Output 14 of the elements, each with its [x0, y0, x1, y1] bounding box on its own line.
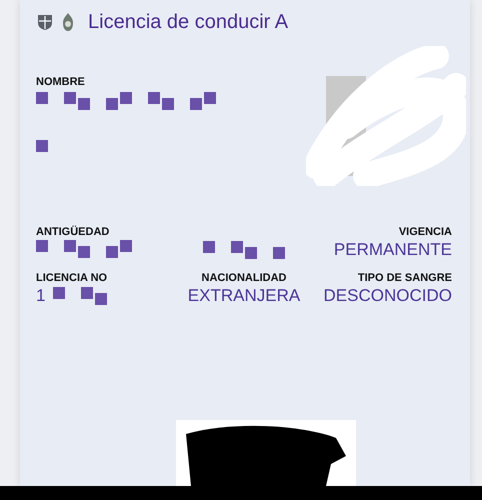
- field-value: DESCONOCIDO: [324, 286, 452, 306]
- field-value: PERMANENTE: [334, 240, 452, 260]
- field-label: NACIONALIDAD: [202, 272, 286, 284]
- field-value: 1: [36, 286, 46, 306]
- field-label: TIPO DE SANGRE: [358, 272, 452, 284]
- emblem-icon: [60, 12, 76, 32]
- field-label: NOMBRE: [36, 76, 86, 88]
- field-value: EXTRANJERA: [188, 286, 300, 306]
- field-label: LICENCIA NO: [36, 272, 108, 284]
- redaction-drawing: [36, 140, 48, 152]
- field-label: ANTIGÜEDAD: [36, 226, 110, 238]
- shield-icon: [36, 13, 54, 31]
- field-label: VIGENCIA: [398, 226, 452, 238]
- card-title: Licencia de conducir A: [88, 10, 288, 34]
